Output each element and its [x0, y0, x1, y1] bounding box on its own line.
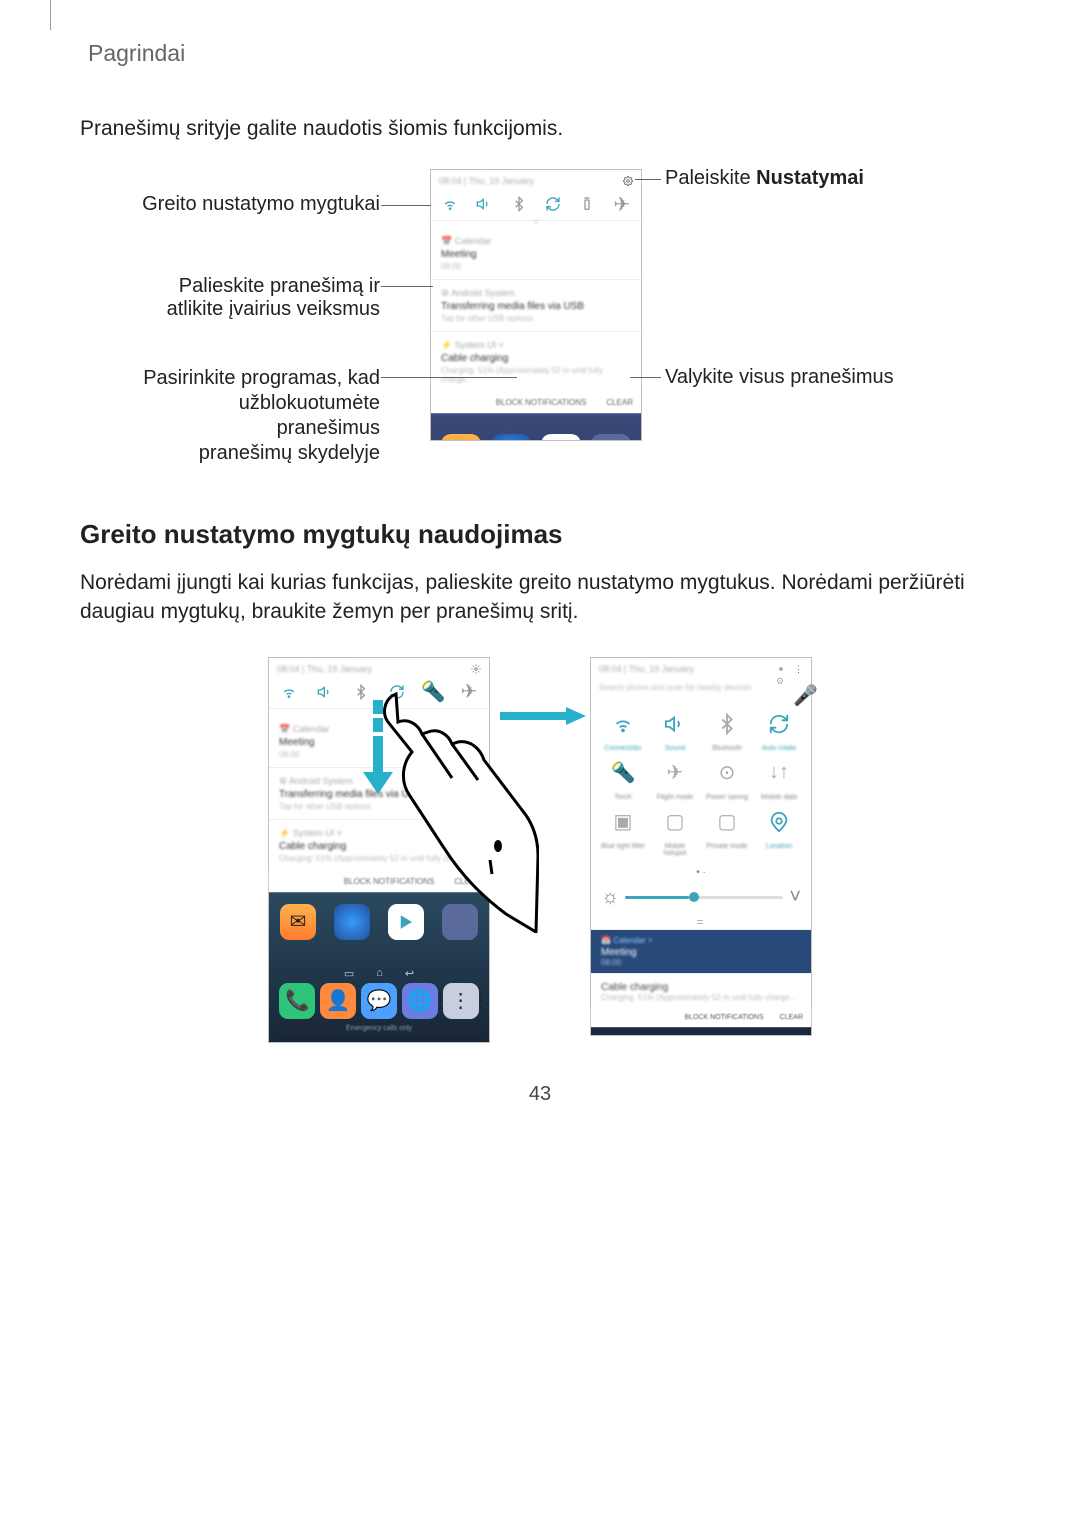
phone-screenshot-1: 08:04 | Thu, 19 January ✈ = 📅 Calendar M… — [430, 169, 642, 441]
messages-app-icon[interactable]: 💬 — [361, 983, 397, 1019]
nav-recent-icon[interactable]: ▭ — [344, 967, 354, 980]
status-date: Thu, 19 January — [469, 176, 534, 186]
callout-quick-settings: Greito nustatymo mygtukai — [130, 193, 380, 216]
intro-text: Pranešimų srityje galite naudotis šiomis… — [80, 117, 1000, 141]
phone-screenshot-3: 08:04 | Thu, 19 January ⚙ ⋮ Search phone… — [590, 657, 812, 1036]
emergency-text: Emergency calls only — [277, 1023, 481, 1034]
mail-app-icon[interactable]: ✉ — [280, 904, 316, 940]
sound-icon[interactable] — [476, 196, 492, 212]
callout-launch-settings: Paleiskite Nustatymai — [665, 167, 945, 190]
clear-button[interactable]: CLEAR — [780, 1014, 803, 1021]
browser-app-icon[interactable] — [491, 434, 531, 441]
wifi-icon[interactable] — [442, 196, 458, 212]
callout-tap-notification: Palieskite pranešimą ir atlikite įvairiu… — [130, 275, 380, 321]
bluetooth-icon[interactable] — [353, 684, 369, 700]
wifi-icon[interactable] — [281, 684, 297, 700]
rotate-icon[interactable] — [389, 684, 405, 700]
notification-calendar[interactable]: 📅 Calendar ˅ Meeting 08:00 — [591, 929, 811, 973]
hotspot-toggle[interactable]: ▢ — [658, 805, 692, 839]
home-screen-preview: ✉ ▭ ⌂ ↩ 📞 👤 💬 🌐 ⋮⋮⋮ Emergency — [269, 892, 489, 1042]
phone-screenshot-2: 08:04 | Thu, 19 January 🔦 ✈ = 📅 Calendar… — [268, 657, 490, 1043]
play-app-icon[interactable] — [541, 434, 581, 441]
status-time: 08:04 — [439, 176, 462, 186]
block-notifications-button[interactable]: BLOCK NOTIFICATIONS — [344, 877, 435, 886]
torch-icon[interactable]: 🔦 — [425, 684, 441, 700]
figure-notification-panel: 08:04 | Thu, 19 January ✈ = 📅 Calendar M… — [80, 169, 1000, 469]
sound-icon[interactable] — [317, 684, 333, 700]
flight-icon[interactable]: ✈ — [461, 684, 477, 700]
apps-grid-icon[interactable] — [442, 904, 478, 940]
section-title: Greito nustatymo mygtukų naudojimas — [80, 519, 1000, 550]
gear-icon[interactable] — [623, 176, 633, 186]
rotate-icon[interactable] — [545, 196, 561, 212]
notification-usb[interactable]: ⚙ Android System Transferring media file… — [269, 768, 489, 820]
arrow-right-icon — [500, 707, 586, 725]
location-toggle[interactable] — [762, 805, 796, 839]
callout-block-apps: Pasirinkite programas, kad užblokuotumėt… — [130, 366, 380, 466]
figure-swipe-down: 08:04 | Thu, 19 January 🔦 ✈ = 📅 Calendar… — [80, 657, 1000, 1043]
page-header: Pagrindai — [88, 40, 1000, 67]
rotate-toggle[interactable] — [762, 707, 796, 741]
pager-dots: • · — [591, 865, 811, 880]
block-notifications-button[interactable]: BLOCK NOTIFICATIONS — [684, 1014, 763, 1021]
section-body: Norėdami įjungti kai kurias funkcijas, p… — [80, 568, 1000, 627]
mic-icon[interactable]: 🎤 — [793, 683, 803, 693]
gear-icon[interactable] — [471, 664, 481, 674]
apps-icon[interactable]: ⋮⋮⋮ — [443, 983, 479, 1019]
page-number: 43 — [80, 1083, 1000, 1106]
more-icon[interactable]: ⋮ — [794, 664, 803, 675]
nav-back-icon[interactable]: ↩ — [405, 967, 414, 980]
notification-charging[interactable]: Cable charging Charging: 51% (Approximat… — [591, 973, 811, 1008]
clear-button[interactable]: CLEAR — [454, 877, 481, 886]
play-app-icon[interactable] — [388, 904, 424, 940]
sound-toggle[interactable] — [658, 707, 692, 741]
notification-charging[interactable]: ⚡ System UI ˅ Cable charging Charging: 5… — [431, 332, 641, 392]
notification-calendar[interactable]: 📅 Calendar Meeting 08:00 — [269, 716, 489, 768]
blue-light-toggle[interactable]: ▣ — [606, 805, 640, 839]
flight-icon[interactable]: ✈ — [614, 196, 630, 212]
phone-app-icon[interactable]: 📞 — [279, 983, 315, 1019]
private-mode-toggle[interactable]: ▢ — [710, 805, 744, 839]
flight-toggle[interactable]: ✈ — [658, 756, 692, 790]
page-margin-line — [50, 0, 51, 30]
notification-calendar[interactable]: 📅 Calendar Meeting 08:00 — [431, 228, 641, 280]
gear-icon[interactable]: ⚙ — [776, 664, 786, 674]
bluetooth-toggle[interactable] — [710, 707, 744, 741]
clear-button[interactable]: CLEAR — [606, 398, 633, 407]
block-notifications-button[interactable]: BLOCK NOTIFICATIONS — [496, 398, 587, 407]
mobile-data-toggle[interactable]: ↓↑ — [762, 756, 796, 790]
notification-charging[interactable]: ⚡ System UI ˅ Cable charging Charging: 5… — [269, 820, 489, 871]
dock-preview: ✉ — [431, 413, 641, 441]
contacts-app-icon[interactable]: 👤 — [320, 983, 356, 1019]
search-input[interactable]: Search phone and scan for nearby devices — [599, 683, 787, 692]
bluetooth-icon[interactable] — [511, 196, 527, 212]
chevron-down-icon[interactable]: ˅ — [789, 886, 801, 909]
torch-icon[interactable] — [579, 196, 595, 212]
nav-home-icon[interactable]: ⌂ — [376, 967, 383, 980]
notification-usb[interactable]: ⚙ Android System Transferring media file… — [431, 280, 641, 332]
wifi-toggle[interactable] — [606, 707, 640, 741]
mail-app-icon[interactable]: ✉ — [441, 434, 481, 441]
callout-clear-all: Valykite visus pranešimus — [665, 366, 945, 389]
torch-toggle[interactable]: 🔦 — [606, 756, 640, 790]
brightness-icon: ☼ — [601, 886, 619, 909]
brightness-slider[interactable]: ☼ ˅ — [591, 880, 811, 915]
browser-app-icon[interactable] — [334, 904, 370, 940]
apps-grid-icon[interactable] — [591, 434, 631, 441]
power-saving-toggle[interactable]: ⊙ — [710, 756, 744, 790]
